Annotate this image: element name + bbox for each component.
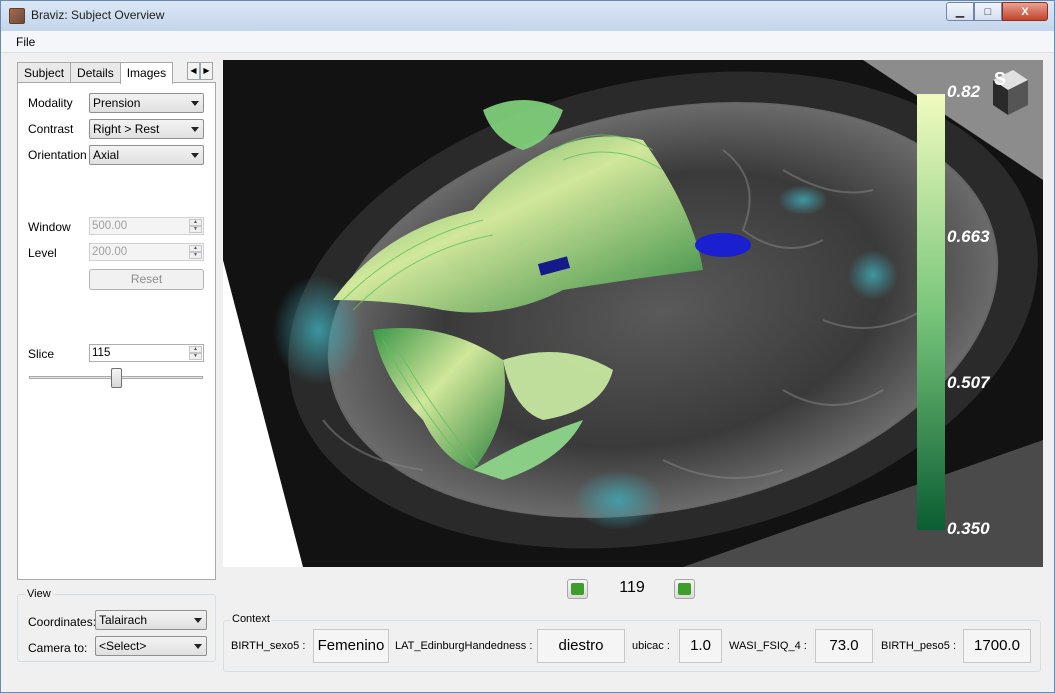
- colorbar-tick-min: 0.350: [947, 519, 990, 538]
- context-label-birth-sexo5: BIRTH_sexo5 :: [231, 640, 306, 652]
- level-spinbox[interactable]: 200.00 ▲ ▼: [89, 243, 204, 261]
- 3d-render-view[interactable]: S 0.82 0.663 0.507 0.350: [223, 60, 1043, 567]
- context-value-ubicac[interactable]: 1.0: [679, 629, 722, 663]
- view-group-title: View: [25, 588, 53, 600]
- brain-render: [223, 60, 1043, 567]
- orientation-select[interactable]: Axial: [89, 145, 204, 165]
- coordinates-label: Coordinates:: [28, 615, 97, 629]
- context-group-title: Context: [230, 613, 272, 625]
- window-spinbox-value: 500.00: [92, 220, 128, 232]
- chevron-down-icon: [194, 618, 202, 623]
- tab-scroll-buttons: ◀ ▶: [187, 62, 213, 80]
- next-slice-button[interactable]: [674, 579, 695, 599]
- camera-select-value: <Select>: [99, 639, 147, 653]
- modality-select-value: Prension: [93, 96, 141, 110]
- previous-slice-button[interactable]: [567, 579, 588, 599]
- app-icon: [9, 8, 25, 24]
- spin-down-icon[interactable]: ▼: [189, 226, 202, 233]
- chevron-down-icon: [191, 153, 199, 158]
- colorbar-tick-max: 0.82: [947, 82, 981, 101]
- close-button[interactable]: X: [1002, 2, 1048, 21]
- arrow-left-icon: [571, 583, 584, 595]
- tab-subject[interactable]: Subject: [17, 62, 72, 83]
- context-label-ubicac: ubicac :: [632, 640, 670, 652]
- modality-label: Modality: [28, 96, 73, 110]
- tab-scroll-left-icon[interactable]: ◀: [187, 62, 200, 80]
- minimize-button[interactable]: ▁: [946, 2, 974, 21]
- main-window: Braviz: Subject Overview ▁ □ X File Subj…: [0, 0, 1055, 693]
- spin-up-icon[interactable]: ▲: [189, 346, 202, 353]
- slice-spinbox-value: 115: [92, 347, 111, 359]
- modality-select[interactable]: Prension: [89, 93, 204, 113]
- context-label-wasi-fsiq: WASI_FSIQ_4 :: [729, 640, 807, 652]
- contrast-select[interactable]: Right > Rest: [89, 119, 204, 139]
- level-label: Level: [28, 246, 57, 260]
- level-spinbox-value: 200.00: [92, 246, 128, 258]
- slice-spinbox[interactable]: 115 ▲ ▼: [89, 344, 204, 362]
- contrast-label: Contrast: [28, 122, 74, 136]
- context-label-birth-peso5: BIRTH_peso5 :: [881, 640, 957, 652]
- tab-details[interactable]: Details: [70, 62, 121, 83]
- window-spinbox[interactable]: 500.00 ▲ ▼: [89, 217, 204, 235]
- coordinates-select[interactable]: Talairach: [95, 610, 207, 630]
- chevron-down-icon: [191, 127, 199, 132]
- spin-up-icon[interactable]: ▲: [189, 245, 202, 252]
- maximize-button[interactable]: □: [974, 2, 1002, 21]
- tab-images[interactable]: Images: [119, 62, 174, 84]
- window-title: Braviz: Subject Overview: [31, 8, 165, 22]
- context-value-birth-peso5[interactable]: 1700.0: [963, 629, 1031, 663]
- orientation-cube-letter: S: [994, 69, 1007, 89]
- slice-label: Slice: [28, 347, 55, 361]
- tab-bar: Subject Details Images: [17, 62, 174, 84]
- slice-number: 119: [619, 579, 645, 596]
- orientation-select-value: Axial: [93, 148, 120, 162]
- camera-select[interactable]: <Select>: [95, 636, 207, 656]
- coordinates-select-value: Talairach: [99, 613, 148, 627]
- menu-bar: File: [1, 31, 1054, 53]
- chevron-down-icon: [194, 644, 202, 649]
- chevron-down-icon: [191, 101, 199, 106]
- arrow-right-icon: [678, 583, 691, 595]
- colorbar-tick-lower: 0.507: [947, 373, 990, 392]
- context-label-handedness: LAT_EdinburgHandedness :: [395, 640, 533, 652]
- camera-label: Camera to:: [28, 641, 88, 655]
- spin-down-icon[interactable]: ▼: [189, 353, 202, 360]
- slice-slider-handle[interactable]: [111, 368, 122, 388]
- spin-up-icon[interactable]: ▲: [189, 219, 202, 226]
- colorbar-tick-upper: 0.663: [947, 227, 990, 246]
- context-value-handedness[interactable]: diestro: [537, 629, 625, 663]
- reset-button[interactable]: Reset: [89, 269, 204, 290]
- spin-down-icon[interactable]: ▼: [189, 252, 202, 259]
- window-label: Window: [28, 220, 71, 234]
- tab-scroll-right-icon[interactable]: ▶: [200, 62, 213, 80]
- menu-file[interactable]: File: [16, 35, 35, 49]
- title-bar[interactable]: Braviz: Subject Overview ▁ □ X: [1, 1, 1054, 31]
- context-value-wasi-fsiq[interactable]: 73.0: [815, 629, 873, 663]
- orientation-label: Orientation: [28, 148, 87, 162]
- context-value-birth-sexo5[interactable]: Femenino: [313, 629, 389, 663]
- contrast-select-value: Right > Rest: [93, 122, 160, 136]
